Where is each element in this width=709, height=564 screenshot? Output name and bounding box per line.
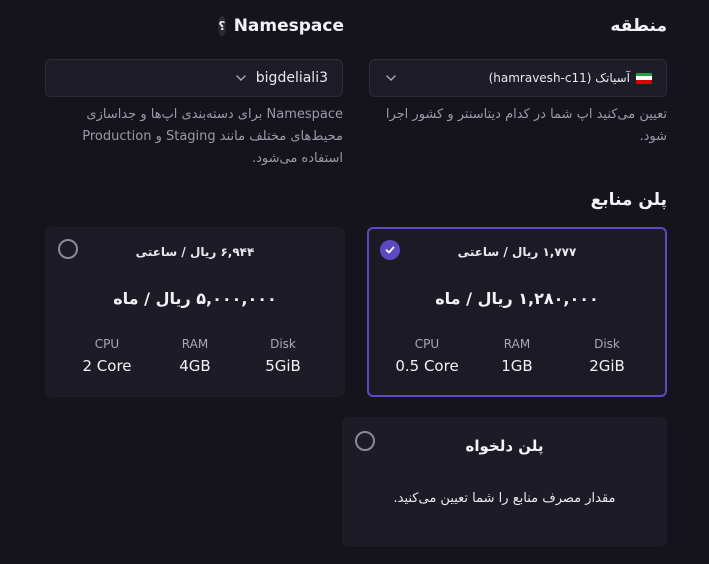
plan-card-small[interactable]: ۱,۷۷۷ ریال / ساعتی ۱,۲۸۰,۰۰۰ ریال / ماه … [367, 227, 667, 397]
spec-cpu: CPU 0.5 Core [395, 337, 459, 375]
namespace-selected-value: bigdeliali3 [255, 70, 328, 86]
region-title: منطقه [610, 16, 667, 36]
region-select[interactable]: آسیاتک (hamravesh-c11) [369, 59, 667, 97]
spec-cpu: CPU 2 Core [82, 337, 132, 375]
spec-disk: Disk 5GiB [265, 337, 301, 375]
custom-plan-title: پلن دلخواه [465, 437, 544, 455]
namespace-hint: Namespace برای دسته‌بندی اپ‌ها و جداسازی… [82, 107, 343, 166]
region-selected-value: آسیاتک (hamravesh-c11) [489, 71, 652, 85]
iran-flag-icon [636, 72, 652, 84]
help-icon[interactable]: ؟ [218, 16, 226, 36]
plans-title: پلن منابع [590, 190, 667, 210]
plan-card-large[interactable]: ۶,۹۴۴ ریال / ساعتی ۵,۰۰۰,۰۰۰ ریال / ماه … [45, 227, 345, 397]
namespace-title: Namespace [233, 16, 344, 36]
spec-ram: RAM 1GB [501, 337, 533, 375]
spec-ram: RAM 4GB [179, 337, 211, 375]
chevron-down-icon [234, 71, 248, 85]
region-selected-label: آسیاتک (hamravesh-c11) [488, 71, 630, 85]
plan-hourly-price: ۶,۹۴۴ ریال / ساعتی [135, 245, 255, 259]
spec-disk: Disk 2GiB [589, 337, 625, 375]
custom-plan-description: مقدار مصرف منابع را شما تعیین می‌کنید. [393, 491, 616, 506]
plan-monthly-price: ۵,۰۰۰,۰۰۰ ریال / ماه [113, 289, 277, 308]
plan-monthly-price: ۱,۲۸۰,۰۰۰ ریال / ماه [435, 289, 599, 308]
chevron-down-icon [384, 71, 398, 85]
namespace-select[interactable]: bigdeliali3 [45, 59, 343, 97]
plan-hourly-price: ۱,۷۷۷ ریال / ساعتی [457, 245, 577, 259]
region-hint: تعیین می‌کنید اپ شما در کدام دیتاسنتر و … [385, 107, 667, 144]
plan-card-custom[interactable]: پلن دلخواه مقدار مصرف منابع را شما تعیین… [342, 417, 667, 547]
